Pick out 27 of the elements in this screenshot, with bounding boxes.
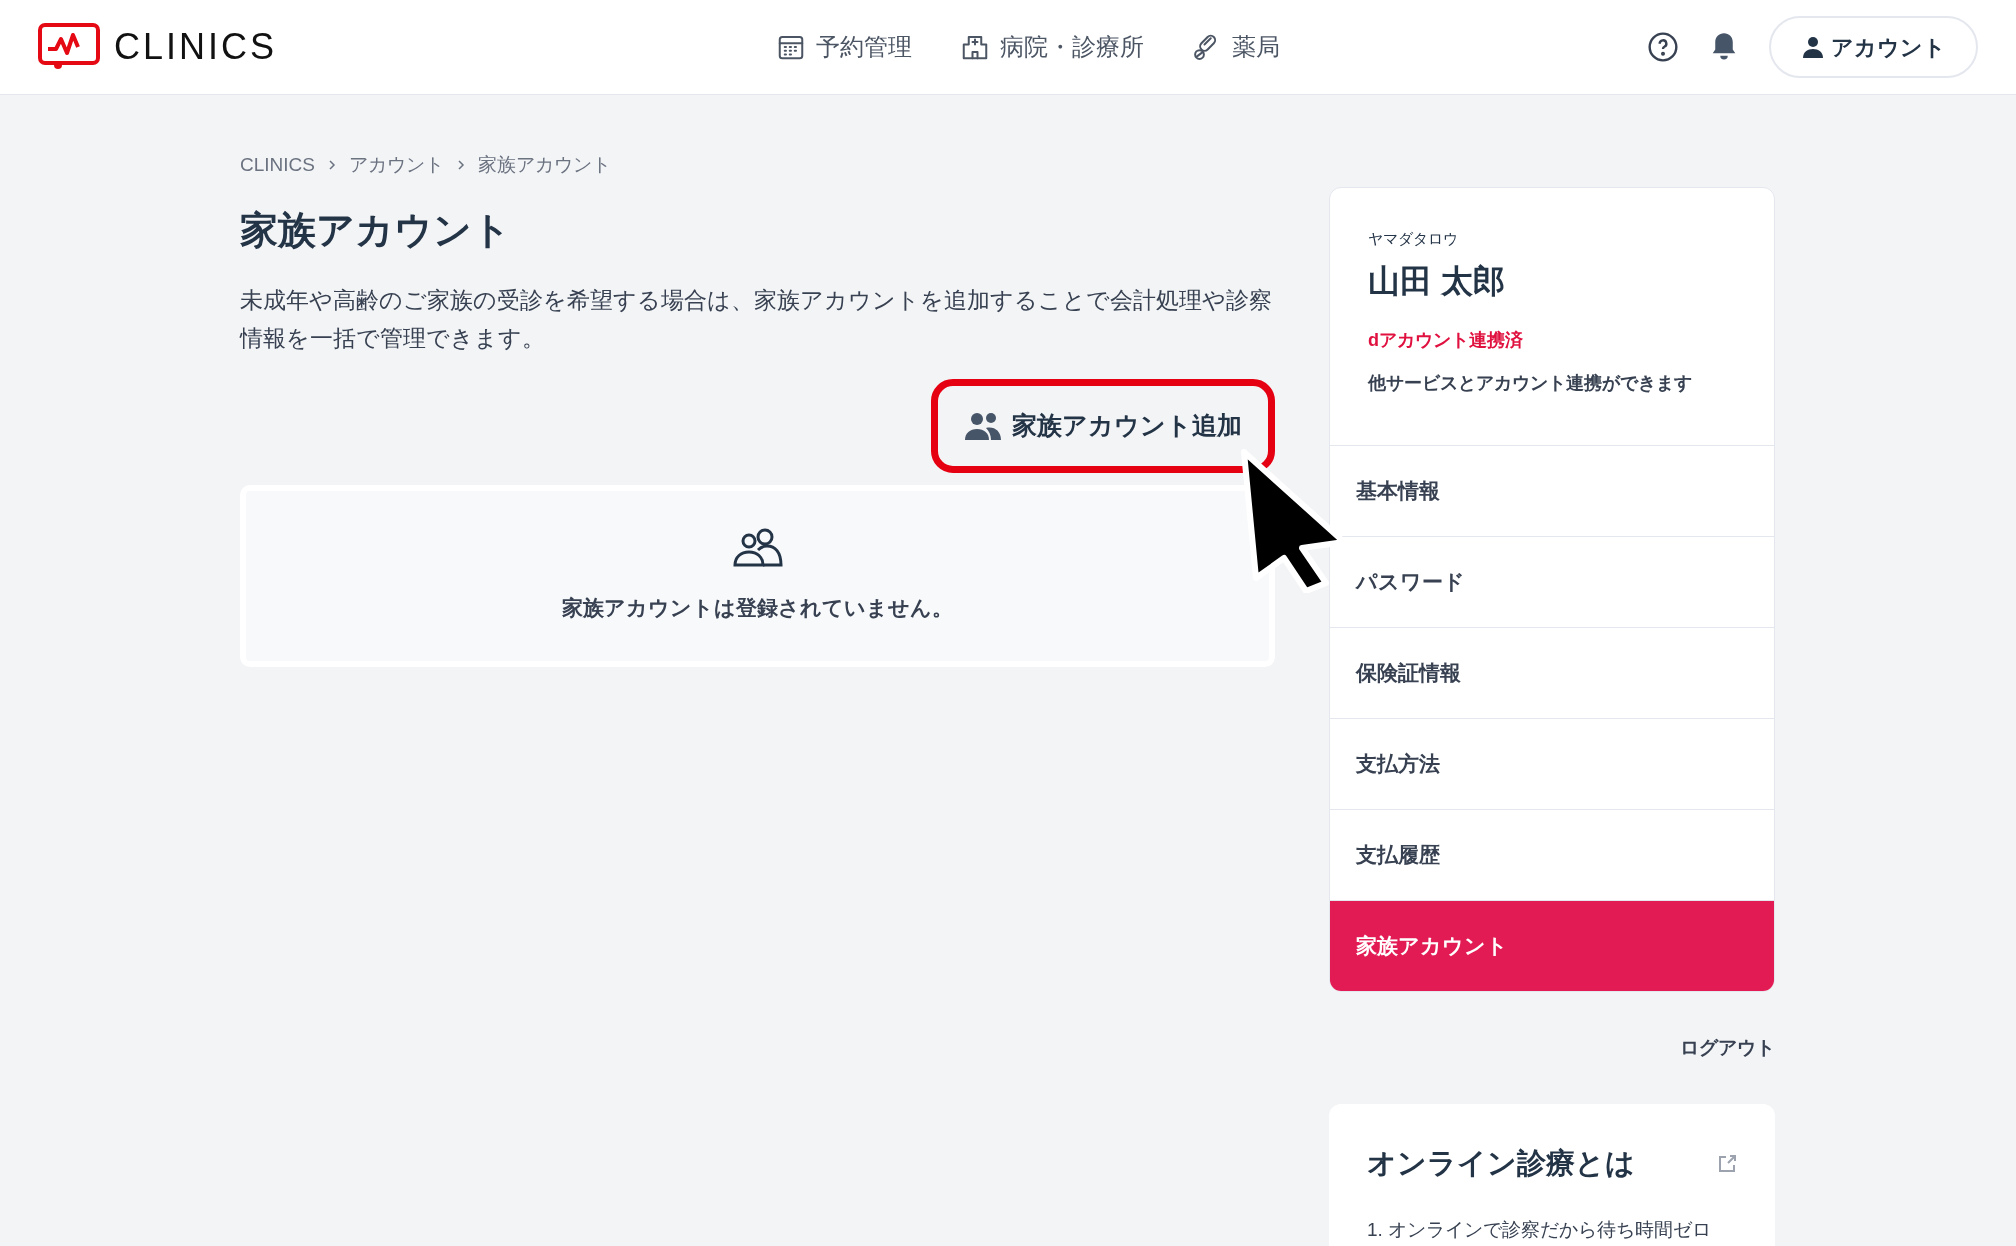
logout-link[interactable]: ログアウト [1680, 1033, 1775, 1062]
description-text: 未成年や高齢のご家族の受診を希望する場合は、家族アカウントを追加することで会計処理や診察情報を一括で管理できます。 [240, 285, 1273, 353]
chevron-right-icon [326, 159, 337, 172]
link-note: 他サービスとアカウント連携ができます [1368, 371, 1693, 395]
logo-text: CLINICS [114, 25, 278, 69]
page-title: 家族アカウント [240, 207, 512, 253]
people-icon [964, 410, 1002, 441]
breadcrumb-current-page: 家族アカウント [477, 153, 611, 177]
name-kana: ヤマダタロウ [1368, 229, 1459, 249]
breadcrumb-link[interactable]: CLINICS [240, 151, 315, 180]
link-status: dアカウント連携済 [1368, 328, 1524, 352]
info-card-title: オンライン診療とは [1367, 1146, 1635, 1181]
breadcrumb-link[interactable]: アカウント [348, 151, 444, 180]
user-name: 山田 太郎 [1368, 261, 1506, 301]
people-icon [731, 527, 784, 568]
account-button[interactable]: アカウント [1769, 16, 1978, 78]
help-icon[interactable] [1647, 31, 1679, 63]
chevron-right-icon [455, 159, 466, 172]
person-icon [1801, 35, 1825, 59]
nav-link[interactable]: 病院・診療所 [960, 29, 1144, 65]
info-list-item: 1. オンラインで診察だから待ち時間ゼロ [1367, 1217, 1713, 1242]
nav-link[interactable]: 薬局 [1192, 29, 1280, 65]
logo-icon [38, 23, 100, 71]
menu-item[interactable]: 家族アカウント [1330, 899, 1774, 991]
nav-link[interactable]: 予約管理 [776, 29, 912, 65]
add-family-account-button[interactable]: 家族アカウント追加 [942, 389, 1264, 462]
empty-message: 家族アカウントは登録されていません。 [562, 594, 953, 621]
